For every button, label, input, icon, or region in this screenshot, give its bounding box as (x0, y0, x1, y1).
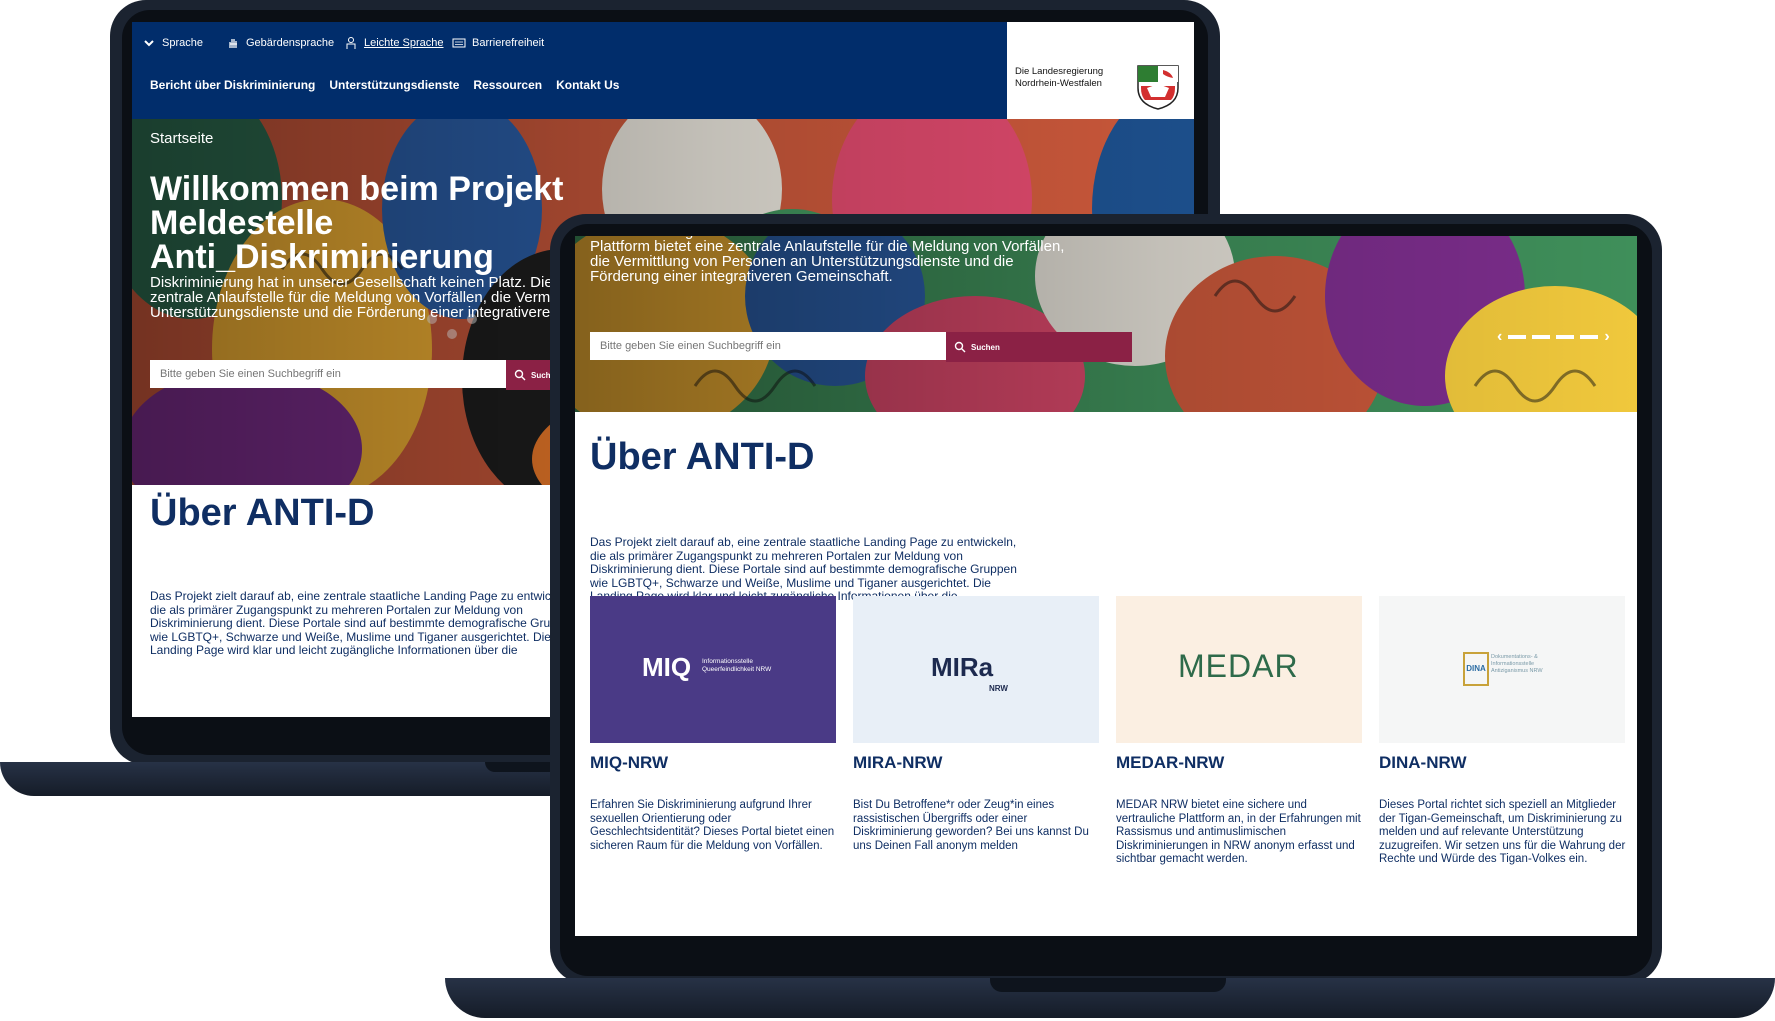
main-nav: Bericht über Diskriminierung Unterstützu… (150, 78, 619, 92)
portal-title[interactable]: MIQ-NRW (590, 753, 840, 773)
medar-logo: MEDAR (1116, 596, 1362, 743)
about-title: Über ANTI-D (590, 436, 815, 478)
keyboard-icon (452, 38, 466, 48)
portal-title[interactable]: MEDAR-NRW (1116, 753, 1366, 773)
portal-title[interactable]: DINA-NRW (1379, 753, 1629, 773)
laptop-front-screen: Diskriminierung hat in unserer Gesellsch… (575, 236, 1637, 936)
portal-text: Dieses Portal richtet sich speziell an M… (1379, 799, 1626, 865)
sign-language-icon (229, 39, 237, 48)
hero-banner: Diskriminierung hat in unserer Gesellsch… (575, 236, 1637, 412)
portal-title[interactable]: MIRA-NRW (853, 753, 1103, 773)
mira-logo-sub: NRW (989, 684, 1008, 693)
util-label: Gebärdensprache (246, 37, 335, 49)
logo-text: Die Landesregierung Nordrhein-Westfalen (1015, 66, 1103, 90)
portal-card-dina[interactable]: DINA Dokumentations- & Informationsstell… (1379, 596, 1629, 867)
search-button[interactable]: Suchen (946, 332, 1132, 362)
search-input[interactable] (150, 360, 506, 388)
carousel-dot[interactable] (1580, 335, 1599, 339)
chevron-right-icon[interactable]: › (1604, 328, 1609, 346)
carousel-dot[interactable] (1508, 335, 1527, 339)
util-label: Sprache (162, 37, 203, 49)
about-text: Das Projekt zielt darauf ab, eine zentra… (150, 589, 577, 657)
carousel-dot[interactable] (1532, 335, 1551, 339)
nrw-coat-of-arms-icon (1137, 65, 1179, 110)
miq-logo-sub: Informationsstelle Queerfeindlichkeit NR… (702, 658, 772, 673)
search-icon (954, 341, 966, 353)
breadcrumb[interactable]: Startseite (150, 130, 213, 147)
nrw-logo[interactable]: Die Landesregierung Nordrhein-Westfalen (1007, 22, 1194, 119)
carousel-dot[interactable] (1556, 335, 1575, 339)
util-gebaerdensprache[interactable]: Gebärdensprache (226, 32, 334, 54)
mira-logo-text: MIRa (931, 652, 994, 682)
easy-language-icon (346, 37, 356, 49)
nav-unterstuetzung[interactable]: Unterstützungsdienste (329, 78, 459, 92)
portal-card-medar[interactable]: MEDAR MEDAR-NRW MEDAR NRW bietet eine si… (1116, 596, 1366, 867)
search-input[interactable] (590, 332, 946, 360)
util-label: Leichte Sprache (364, 37, 444, 49)
nav-bericht[interactable]: Bericht über Diskriminierung (150, 78, 315, 92)
search-bar: Suchen (590, 332, 1132, 362)
nav-ressourcen[interactable]: Ressourcen (473, 78, 542, 92)
carousel-controls: ‹ › (1497, 328, 1610, 346)
portal-text: Erfahren Sie Diskriminierung aufgrund Ih… (590, 799, 835, 852)
dina-logo: DINA Dokumentations- & Informationsstell… (1379, 596, 1625, 743)
search-button-label: Suchen (971, 342, 1000, 352)
util-sprache[interactable]: Sprache (142, 32, 203, 54)
util-leichte-sprache[interactable]: Leichte Sprache (344, 32, 444, 54)
portal-card-miq[interactable]: MIQ Informationsstelle Queerfeindlichkei… (590, 596, 840, 853)
portal-card-mira[interactable]: MIRa NRW MIRA-NRW Bist Du Betroffene*r o… (853, 596, 1103, 853)
logo-line-2: Nordrhein-Westfalen (1015, 78, 1102, 89)
util-barrierefreiheit[interactable]: Barrierefreiheit (452, 32, 544, 54)
mira-logo: MIRa NRW (853, 596, 1099, 743)
miq-logo: MIQ Informationsstelle Queerfeindlichkei… (590, 596, 836, 743)
nav-kontakt[interactable]: Kontakt Us (556, 78, 619, 92)
logo-line-1: Die Landesregierung (1015, 66, 1104, 77)
chevron-down-icon (144, 40, 154, 47)
dina-logo-mark: DINA (1463, 652, 1489, 686)
miq-logo-text: MIQ (642, 652, 692, 682)
search-icon (514, 369, 526, 381)
portal-text: MEDAR NRW bietet eine sichere und vertra… (1116, 799, 1361, 865)
util-label: Barrierefreiheit (472, 37, 545, 49)
dina-logo-sub: Dokumentations- & Informationsstelle Ant… (1491, 654, 1543, 674)
portal-text: Bist Du Betroffene*r oder Zeug*in eines … (853, 799, 1089, 852)
laptop-front-notch (990, 978, 1226, 992)
hero-lead: Diskriminierung hat in unserer Gesellsch… (590, 236, 1065, 285)
medar-logo-text: MEDAR (1178, 648, 1299, 684)
about-title: Über ANTI-D (150, 492, 375, 534)
chevron-left-icon[interactable]: ‹ (1497, 328, 1502, 346)
